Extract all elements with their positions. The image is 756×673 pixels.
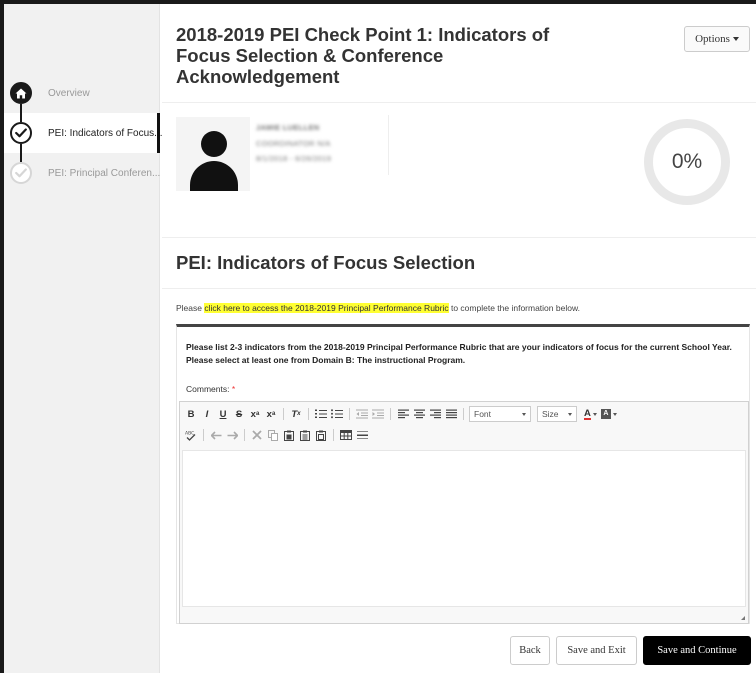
- font-select[interactable]: Font: [469, 406, 531, 422]
- step-label: PEI: Principal Conferen...: [48, 167, 161, 179]
- paste-text-icon[interactable]: [298, 427, 312, 443]
- resize-handle-icon[interactable]: [741, 616, 745, 620]
- comments-editor-area[interactable]: [182, 450, 746, 607]
- save-and-exit-button[interactable]: Save and Exit: [556, 636, 637, 665]
- options-label: Options: [695, 33, 730, 45]
- main-content: 2018-2019 PEI Check Point 1: Indicators …: [162, 4, 756, 673]
- size-select-label: Size: [542, 409, 559, 419]
- toolbar-separator: [349, 408, 350, 420]
- toolbar-separator: [244, 429, 245, 441]
- font-select-label: Font: [474, 409, 492, 419]
- profile-name: JAMIE LUELLEN: [256, 123, 320, 132]
- page-title: 2018-2019 PEI Check Point 1: Indicators …: [176, 24, 550, 87]
- paste-from-word-icon[interactable]: [314, 427, 328, 443]
- editor-toolbar-row-1: B I U S xa xa Tx Font Size A A: [184, 405, 618, 423]
- toolbar-separator: [308, 408, 309, 420]
- toolbar-separator: [283, 408, 284, 420]
- rubric-link[interactable]: click here to access the 2018-2019 Princ…: [204, 303, 449, 313]
- check-circle-icon: [10, 122, 32, 144]
- check-circle-icon: [10, 162, 32, 184]
- intro-after: to complete the information below.: [448, 303, 580, 313]
- align-left-icon[interactable]: [396, 406, 410, 422]
- superscript-icon[interactable]: xa: [264, 406, 278, 422]
- comments-label-text: Comments:: [186, 384, 230, 394]
- numbered-list-icon[interactable]: [314, 406, 328, 422]
- toolbar-separator: [333, 429, 334, 441]
- bold-icon[interactable]: B: [184, 406, 198, 422]
- step-indicators-of-focus[interactable]: PEI: Indicators of Focus...: [4, 113, 163, 153]
- save-and-continue-button[interactable]: Save and Continue: [643, 636, 751, 665]
- decrease-indent-icon[interactable]: [355, 406, 369, 422]
- comments-label: Comments: *: [186, 384, 235, 394]
- intro-text: Please click here to access the 2018-201…: [176, 303, 580, 313]
- question-panel: Please list 2-3 indicators from the 2018…: [176, 324, 750, 624]
- required-mark: *: [231, 384, 236, 394]
- svg-text:ABC: ABC: [185, 430, 194, 436]
- user-silhouette-head: [201, 131, 227, 157]
- copy-icon[interactable]: [266, 427, 280, 443]
- step-principal-conference[interactable]: PEI: Principal Conferen...: [4, 153, 160, 193]
- question-text: Please list 2-3 indicators from the 2018…: [186, 342, 732, 365]
- increase-indent-icon[interactable]: [371, 406, 385, 422]
- undo-icon[interactable]: [209, 427, 223, 443]
- redo-icon[interactable]: [225, 427, 239, 443]
- strikethrough-icon[interactable]: S: [232, 406, 246, 422]
- align-center-icon[interactable]: [412, 406, 426, 422]
- spellcheck-icon[interactable]: ABC: [184, 427, 198, 443]
- toolbar-separator: [203, 429, 204, 441]
- intro-before: Please: [176, 303, 205, 313]
- user-silhouette-body: [190, 161, 238, 191]
- profile-dates: 8/1/2018 - 6/26/2019: [256, 154, 332, 163]
- section-divider: [162, 288, 756, 289]
- italic-icon[interactable]: I: [200, 406, 214, 422]
- chevron-down-icon: [568, 412, 572, 416]
- step-connector: [20, 104, 22, 122]
- back-button[interactable]: Back: [510, 636, 550, 665]
- align-right-icon[interactable]: [428, 406, 442, 422]
- subscript-icon[interactable]: xa: [248, 406, 262, 422]
- paste-icon[interactable]: [282, 427, 296, 443]
- underline-icon[interactable]: U: [216, 406, 230, 422]
- text-color-icon[interactable]: A: [583, 406, 598, 422]
- step-overview[interactable]: Overview: [4, 73, 160, 113]
- size-select[interactable]: Size: [537, 406, 577, 422]
- step-sidebar: Overview PEI: Indicators of Focus... PEI…: [4, 4, 163, 673]
- step-connector: [20, 144, 22, 162]
- toolbar-separator: [390, 408, 391, 420]
- options-button[interactable]: Options: [684, 26, 750, 52]
- profile-role: COORDINATOR N/A: [256, 139, 331, 148]
- profile-divider: [388, 115, 389, 175]
- bulleted-list-icon[interactable]: [330, 406, 344, 422]
- toolbar-separator: [463, 408, 464, 420]
- progress-value: 0%: [671, 150, 703, 173]
- step-label: Overview: [48, 87, 90, 99]
- home-icon: [10, 82, 32, 104]
- table-icon[interactable]: [339, 427, 353, 443]
- chevron-down-icon: [592, 412, 597, 416]
- step-label: PEI: Indicators of Focus...: [48, 127, 163, 139]
- horizontal-line-icon[interactable]: [355, 427, 369, 443]
- profile-band: JAMIE LUELLEN COORDINATOR N/A 8/1/2018 -…: [162, 102, 756, 238]
- step-list: Overview PEI: Indicators of Focus... PEI…: [4, 73, 163, 193]
- remove-format-icon[interactable]: Tx: [289, 406, 303, 422]
- avatar: [176, 117, 250, 191]
- progress-ring: 0%: [644, 119, 730, 205]
- editor-toolbar-row-2: ABC: [184, 426, 369, 444]
- rich-text-editor: B I U S xa xa Tx Font Size A A ABC: [179, 401, 749, 624]
- justify-icon[interactable]: [444, 406, 458, 422]
- section-title: PEI: Indicators of Focus Selection: [176, 252, 476, 273]
- caret-down-icon: [732, 37, 739, 41]
- chevron-down-icon: [612, 412, 617, 416]
- cut-icon[interactable]: [250, 427, 264, 443]
- chevron-down-icon: [522, 412, 526, 416]
- background-color-icon[interactable]: A: [600, 406, 618, 422]
